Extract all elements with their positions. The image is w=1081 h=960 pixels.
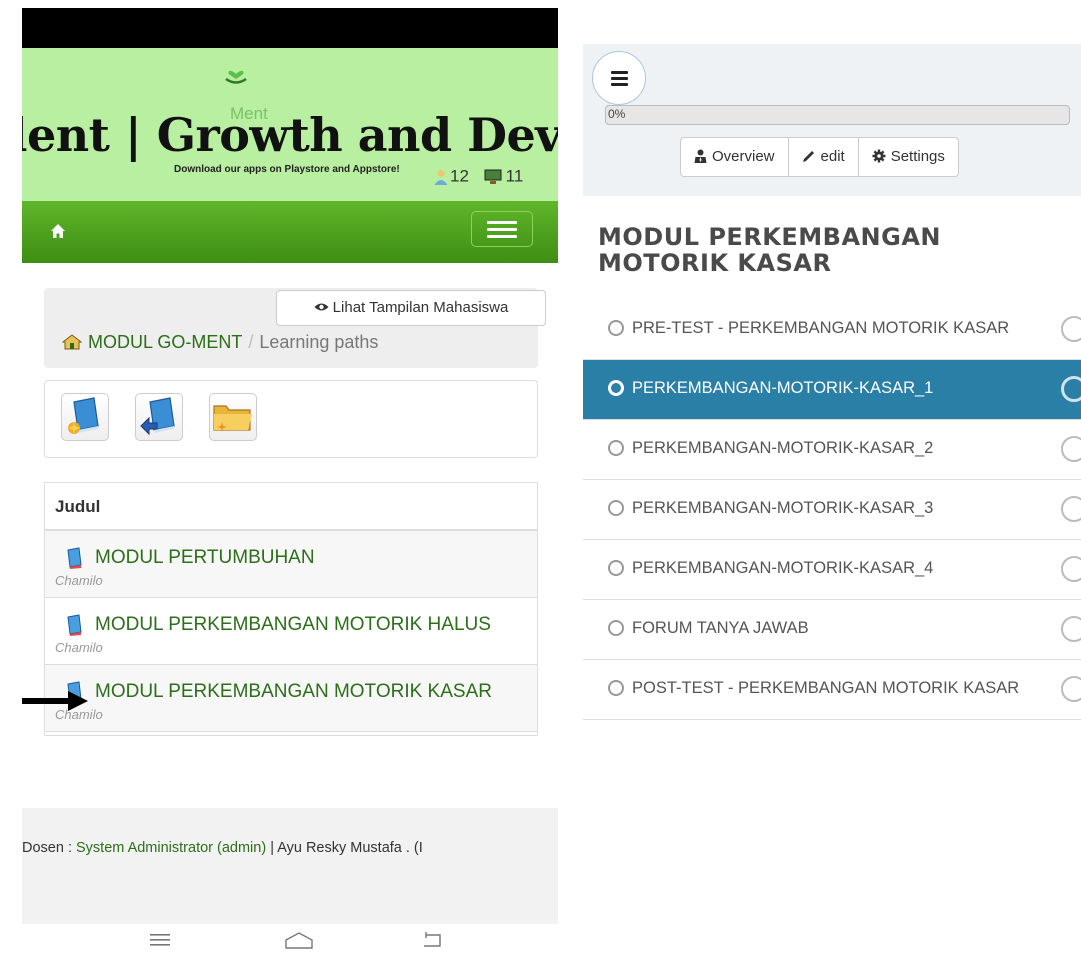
book-icon xyxy=(67,614,82,636)
online-counters: 12 11 xyxy=(434,166,523,187)
monitor-icon xyxy=(484,169,502,184)
right-screen: 0% Overview edit Settings MODUL PERKEMBA… xyxy=(583,44,1081,960)
footer-teacher: Ayu Resky Mustafa . (I xyxy=(277,840,423,856)
toc-menu-button[interactable] xyxy=(592,51,646,105)
footer-divider: | xyxy=(266,840,278,856)
back-icon[interactable] xyxy=(420,930,444,950)
learning-path-items: PRE-TEST - PERKEMBANGAN MOTORIK KASAR PE… xyxy=(583,300,1081,720)
learning-path-title: MODUL PERKEMBANGAN MOTORIK KASAR xyxy=(598,223,941,277)
item-status-icon xyxy=(1061,496,1081,522)
footer-admin-link[interactable]: System Administrator (admin) xyxy=(76,840,266,856)
settings-button[interactable]: Settings xyxy=(859,138,958,176)
new-book-icon xyxy=(68,397,99,435)
settings-label: Settings xyxy=(890,148,945,165)
system-nav-bar xyxy=(22,924,558,960)
course-home-icon xyxy=(62,334,82,350)
item-status-icon xyxy=(1061,436,1081,462)
lp-item-label: FORUM TANYA JAWAB xyxy=(632,619,809,637)
folder-icon xyxy=(213,405,252,432)
user-tie-icon xyxy=(694,149,707,163)
lp-item-label: POST-TEST - PERKEMBANGAN MOTORIK KASAR xyxy=(632,679,1020,697)
student-view-button[interactable]: Lihat Tampilan Mahasiswa xyxy=(276,290,546,326)
lp-item-label: PERKEMBANGAN-MOTORIK-KASAR_1 xyxy=(632,379,934,397)
table-row[interactable]: MODUL PERKEMBANGAN MOTORIK HALUS Chamilo xyxy=(45,598,537,665)
item-status-icon xyxy=(1061,316,1081,342)
item-status-icon xyxy=(1061,616,1081,642)
table-row[interactable]: MODUL PERTUMBUHAN Chamilo xyxy=(45,531,537,598)
breadcrumb-separator: / xyxy=(248,332,254,352)
item-radio-icon xyxy=(608,320,624,336)
user-icon xyxy=(434,169,448,185)
import-book-icon xyxy=(140,397,175,436)
lp-item[interactable]: PERKEMBANGAN-MOTORIK-KASAR_4 xyxy=(583,540,1081,600)
pencil-icon xyxy=(802,151,814,162)
nav-toggle-button[interactable] xyxy=(471,211,533,247)
lp-item[interactable]: PERKEMBANGAN-MOTORIK-KASAR_2 xyxy=(583,420,1081,480)
lp-item[interactable]: POST-TEST - PERKEMBANGAN MOTORIK KASAR xyxy=(583,660,1081,720)
pointer-arrow-icon xyxy=(22,691,88,711)
learning-path-link[interactable]: MODUL PERKEMBANGAN MOTORIK HALUS xyxy=(95,614,491,636)
main-navbar xyxy=(22,201,558,263)
item-status-icon xyxy=(1061,556,1081,582)
overview-button[interactable]: Overview xyxy=(681,138,789,176)
left-screen: Ment lent | Growth and Dev Download our … xyxy=(22,8,558,960)
site-banner[interactable]: Ment lent | Growth and Dev Download our … xyxy=(22,48,558,208)
progress-bar: 0% xyxy=(605,105,1070,125)
menu-icon[interactable] xyxy=(148,930,172,950)
learning-paths-table: Judul MODUL PERTUMBUHAN Chamilo MODUL PE… xyxy=(44,482,538,736)
users-online-count: 12 xyxy=(450,166,469,186)
overview-label: Overview xyxy=(712,148,775,165)
item-radio-icon xyxy=(608,500,624,516)
home-nav-icon[interactable] xyxy=(284,930,314,950)
table-header: Judul xyxy=(45,483,537,531)
banner-subtitle: Download our apps on Playstore and Appst… xyxy=(174,164,400,175)
lp-item[interactable]: FORUM TANYA JAWAB xyxy=(583,600,1081,660)
lp-item-label: PERKEMBANGAN-MOTORIK-KASAR_4 xyxy=(632,559,934,577)
item-status-icon xyxy=(1061,676,1081,702)
learning-path-author: Chamilo xyxy=(55,573,103,588)
gear-icon xyxy=(872,149,886,163)
column-title-header: Judul xyxy=(55,497,101,516)
breadcrumb-panel: Lihat Tampilan Mahasiswa MODUL GO-MENT / L… xyxy=(44,288,546,368)
lp-item[interactable]: PRE-TEST - PERKEMBANGAN MOTORIK KASAR xyxy=(583,300,1081,360)
new-category-button[interactable] xyxy=(209,393,257,441)
table-row[interactable]: MODUL PERKEMBANGAN MOTORIK KASAR Chamilo xyxy=(45,665,537,732)
action-toolbar xyxy=(44,380,538,458)
student-view-label: Lihat Tampilan Mahasiswa xyxy=(332,299,509,316)
edit-label: edit xyxy=(820,148,845,165)
heart-hands-icon xyxy=(225,70,247,84)
item-radio-icon xyxy=(608,680,624,696)
lp-item-label: PRE-TEST - PERKEMBANGAN MOTORIK KASAR xyxy=(632,319,1010,337)
header-button-group: Overview edit Settings xyxy=(680,137,959,177)
footer-prefix: Dosen : xyxy=(22,840,76,856)
item-radio-icon xyxy=(608,440,624,456)
edit-button[interactable]: edit xyxy=(789,138,859,176)
learning-path-header: 0% Overview edit Settings xyxy=(583,44,1081,196)
learning-path-link[interactable]: MODUL PERKEMBANGAN MOTORIK KASAR xyxy=(95,681,492,703)
lp-item[interactable]: PERKEMBANGAN-MOTORIK-KASAR_3 xyxy=(583,480,1081,540)
new-learning-path-button[interactable] xyxy=(61,393,109,441)
lp-item-label: PERKEMBANGAN-MOTORIK-KASAR_3 xyxy=(632,499,934,517)
item-radio-icon xyxy=(608,380,624,396)
item-radio-icon xyxy=(608,560,624,576)
footer-text: Dosen : System Administrator (admin) | A… xyxy=(22,840,423,856)
page-footer: Dosen : System Administrator (admin) | A… xyxy=(22,808,558,924)
breadcrumb: MODUL GO-MENT / Learning paths xyxy=(62,332,378,353)
learning-path-link[interactable]: MODUL PERTUMBUHAN xyxy=(95,547,315,569)
item-status-icon xyxy=(1061,376,1081,402)
learning-path-author: Chamilo xyxy=(55,640,103,655)
import-learning-path-button[interactable] xyxy=(135,393,183,441)
lp-item-label: PERKEMBANGAN-MOTORIK-KASAR_2 xyxy=(632,439,934,457)
courses-online-count: 11 xyxy=(505,166,524,186)
home-icon[interactable] xyxy=(50,223,66,239)
lp-item-active[interactable]: PERKEMBANGAN-MOTORIK-KASAR_1 xyxy=(583,360,1081,420)
breadcrumb-current: Learning paths xyxy=(259,332,379,352)
progress-label: 0% xyxy=(608,107,626,121)
status-bar xyxy=(22,8,558,48)
book-icon xyxy=(67,547,82,569)
breadcrumb-home-link[interactable]: MODUL GO-MENT xyxy=(88,332,242,352)
item-radio-icon xyxy=(608,620,624,636)
banner-title: lent | Growth and Dev xyxy=(22,108,558,162)
eye-icon xyxy=(314,303,329,311)
